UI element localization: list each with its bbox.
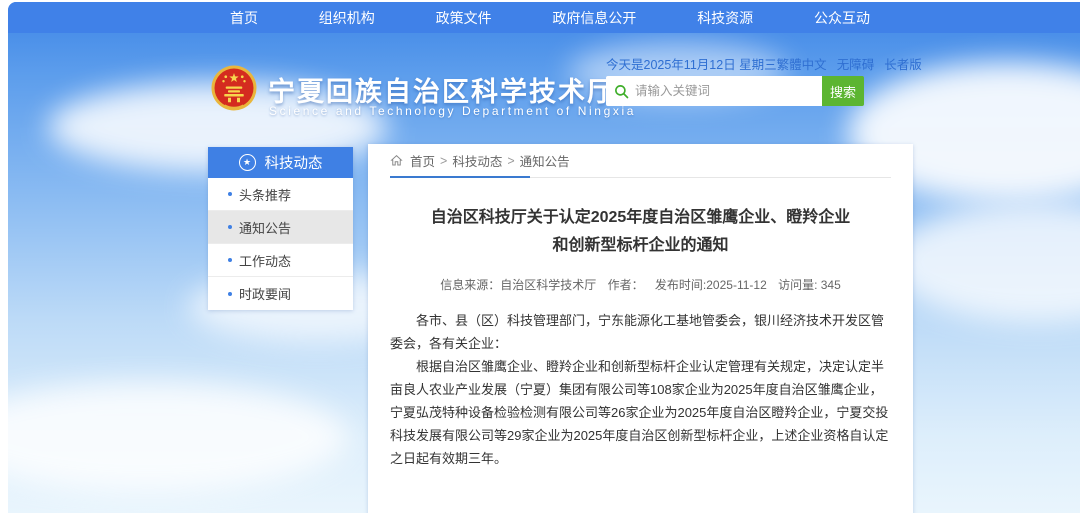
bullet-dot-icon xyxy=(228,292,232,296)
article-title-line2: 和创新型标杆企业的通知 xyxy=(390,232,891,260)
article-paragraph: 各市、县（区）科技管理部门，宁东能源化工基地管委会，银川经济技术开发区管委会，各… xyxy=(390,309,891,355)
top-navigation-bar: 首页 组织机构 政策文件 政府信息公开 科技资源 公众互动 xyxy=(8,2,1080,33)
nav-item-gov-info-disclosure[interactable]: 政府信息公开 xyxy=(552,8,636,28)
breadcrumb-separator: > xyxy=(507,154,514,168)
link-elder-version[interactable]: 长者版 xyxy=(884,54,922,73)
search-icon xyxy=(614,84,629,99)
nav-item-organization[interactable]: 组织机构 xyxy=(319,8,375,28)
article-meta: 信息来源：自治区科学技术厅 作者： 发布时间:2025-11-12 访问量: 3… xyxy=(390,276,891,293)
bullet-dot-icon xyxy=(228,258,232,262)
star-circle-icon: ★ xyxy=(239,154,256,171)
sky-background: 首页 组织机构 政策文件 政府信息公开 科技资源 公众互动 宁夏回族自治区科学技… xyxy=(8,2,1080,513)
home-icon xyxy=(390,154,403,167)
search-button[interactable]: 搜索 xyxy=(822,76,864,106)
meta-source: 信息来源：自治区科学技术厅 xyxy=(440,278,596,292)
sidebar-item-label: 工作动态 xyxy=(239,251,291,270)
sidebar-item-label: 时政要闻 xyxy=(239,284,291,303)
article-body: 各市、县（区）科技管理部门，宁东能源化工基地管委会，银川经济技术开发区管委会，各… xyxy=(390,309,891,470)
sidebar-item-notices[interactable]: 通知公告 xyxy=(208,211,353,244)
sidebar-item-current-politics[interactable]: 时政要闻 xyxy=(208,277,353,310)
nav-item-home[interactable]: 首页 xyxy=(230,8,258,28)
meta-author: 作者： xyxy=(608,278,644,292)
sidebar-item-headline-recommend[interactable]: 头条推荐 xyxy=(208,178,353,211)
cloud-decoration xyxy=(888,202,1080,322)
breadcrumb-sci-tech-dynamics[interactable]: 科技动态 xyxy=(452,151,502,170)
breadcrumb-notices[interactable]: 通知公告 xyxy=(520,151,570,170)
sidebar-header: ★ 科技动态 xyxy=(208,147,353,178)
site-subtitle: Science and Technology Department of Nin… xyxy=(269,104,636,118)
article-paragraph: 根据自治区雏鹰企业、瞪羚企业和创新型标杆企业认定管理有关规定，决定认定半亩良人农… xyxy=(390,355,891,470)
national-emblem-logo xyxy=(210,62,258,114)
current-date-text: 今天是2025年11月12日 星期三 xyxy=(606,54,777,73)
breadcrumb-active-underline xyxy=(390,176,530,178)
bullet-dot-icon xyxy=(228,225,232,229)
article-title-line1: 自治区科技厅关于认定2025年度自治区雏鹰企业、瞪羚企业 xyxy=(390,204,891,232)
sidebar-item-work-dynamics[interactable]: 工作动态 xyxy=(208,244,353,277)
nav-item-policy-documents[interactable]: 政策文件 xyxy=(436,8,492,28)
breadcrumb-separator: > xyxy=(440,154,447,168)
meta-views: 访问量: 345 xyxy=(778,278,841,292)
sidebar-item-label: 通知公告 xyxy=(239,218,291,237)
bullet-dot-icon xyxy=(228,192,232,196)
link-traditional-chinese[interactable]: 繁體中文 xyxy=(777,54,827,73)
search-input[interactable] xyxy=(635,84,814,98)
article-title: 自治区科技厅关于认定2025年度自治区雏鹰企业、瞪羚企业 和创新型标杆企业的通知 xyxy=(390,204,891,260)
sidebar-item-label: 头条推荐 xyxy=(239,185,291,204)
meta-publish-time: 发布时间:2025-11-12 xyxy=(655,278,767,292)
breadcrumb: 首页 > 科技动态 > 通知公告 xyxy=(390,144,891,178)
breadcrumb-home[interactable]: 首页 xyxy=(410,151,435,170)
main-content-panel: 首页 > 科技动态 > 通知公告 自治区科技厅关于认定2025年度自治区雏鹰企业… xyxy=(368,144,913,513)
search-bar: 搜索 xyxy=(606,76,864,106)
link-accessibility[interactable]: 无障碍 xyxy=(837,54,875,73)
cloud-decoration xyxy=(8,382,348,492)
nav-item-public-interaction[interactable]: 公众互动 xyxy=(814,8,870,28)
sidebar: ★ 科技动态 头条推荐 通知公告 工作动态 时政要闻 xyxy=(208,147,353,310)
nav-item-sci-tech-resources[interactable]: 科技资源 xyxy=(697,8,753,28)
sidebar-title: 科技动态 xyxy=(265,152,323,173)
